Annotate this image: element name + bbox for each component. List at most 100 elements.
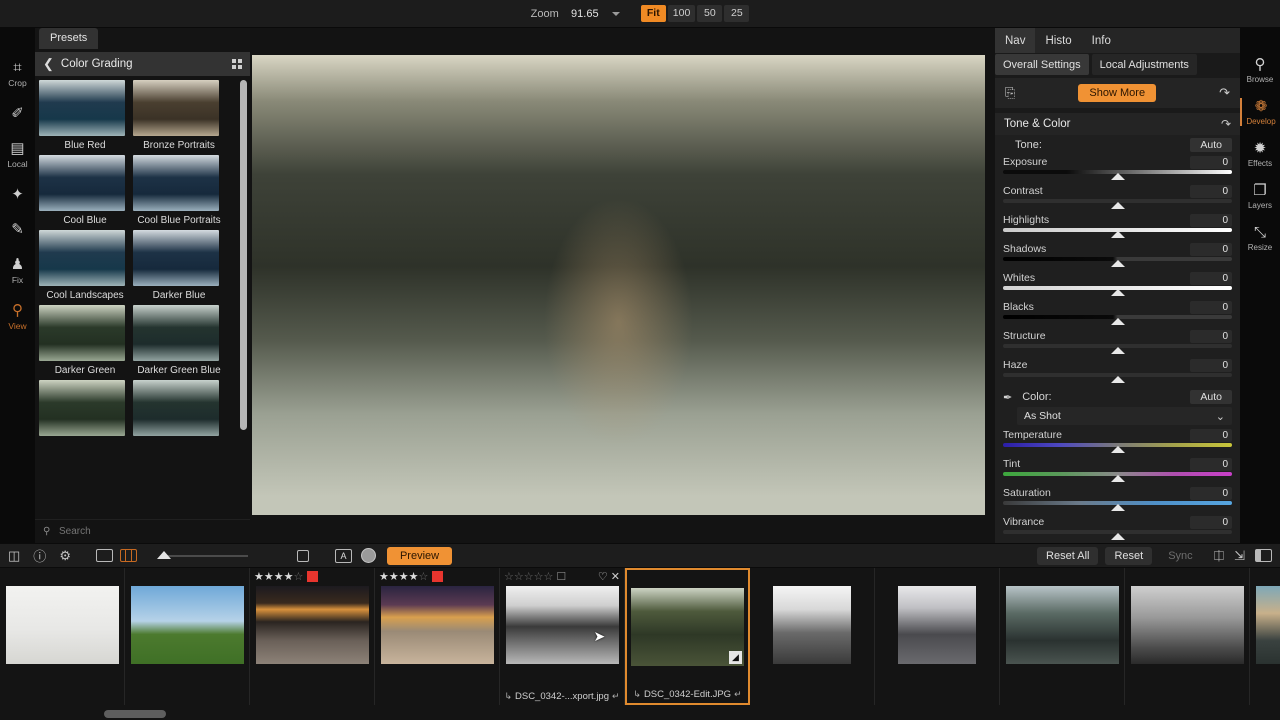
tool-retouch-brush[interactable]: ✎	[0, 220, 35, 239]
thumbnail-image[interactable]	[6, 586, 119, 664]
thumbnail-image[interactable]: ➤	[506, 586, 619, 664]
slider-temperature[interactable]: Temperature0	[995, 427, 1240, 456]
slider-knob[interactable]	[1111, 260, 1125, 267]
slider-knob[interactable]	[1111, 231, 1125, 238]
slider-vibrance[interactable]: Vibrance0	[995, 514, 1240, 543]
slider-knob[interactable]	[1111, 533, 1125, 540]
slider-value[interactable]: 0	[1190, 487, 1232, 500]
thumbnail-image[interactable]	[381, 586, 494, 664]
tool-clone-stamp[interactable]: ♟Fix	[0, 255, 35, 285]
preset-item[interactable]: Darker Green Blue	[133, 305, 225, 376]
preset-item[interactable]: Cool Blue	[39, 155, 131, 226]
preview-button[interactable]: Preview	[387, 547, 452, 565]
star-rating[interactable]: ☆☆☆☆☆	[504, 570, 553, 583]
share-icon[interactable]: ⎅	[1214, 548, 1224, 564]
sync-button[interactable]: Sync	[1159, 547, 1201, 565]
slider-exposure[interactable]: Exposure0	[995, 154, 1240, 183]
preset-item[interactable]: Darker Blue	[133, 230, 225, 301]
like-icon[interactable]: ♡	[598, 570, 608, 583]
module-develop[interactable]: ❁Develop	[1240, 98, 1280, 126]
reset-arrow-icon[interactable]: ↷	[1219, 85, 1230, 101]
slider-value[interactable]: 0	[1190, 429, 1232, 442]
slider-knob[interactable]	[1111, 318, 1125, 325]
thumbnail-size-slider[interactable]	[153, 549, 248, 563]
filmstrip-item-selected[interactable]: ◢↳DSC_0342-Edit.JPG↵	[625, 568, 750, 705]
slider-tint[interactable]: Tint0	[995, 456, 1240, 485]
zoom-preset-50[interactable]: 50	[697, 5, 722, 22]
slider-value[interactable]: 0	[1190, 185, 1232, 198]
toggle-panel-icon[interactable]: ◫	[8, 548, 20, 564]
tab-presets[interactable]: Presets	[39, 28, 98, 49]
module-effects[interactable]: ✹Effects	[1240, 140, 1280, 168]
color-label[interactable]	[307, 571, 318, 582]
settings-gear-icon[interactable]: ⚙	[59, 548, 71, 564]
zoom-preset-fit[interactable]: Fit	[641, 5, 666, 22]
preset-item[interactable]: Cool Blue Portraits	[133, 155, 225, 226]
settings-tab-overall-settings[interactable]: Overall Settings	[995, 54, 1089, 75]
slider-knob[interactable]	[1111, 446, 1125, 453]
nav-tab-histo[interactable]: Histo	[1035, 28, 1081, 53]
slider-contrast[interactable]: Contrast0	[995, 183, 1240, 212]
preset-item[interactable]: Bronze Portraits	[133, 80, 225, 151]
slider-knob[interactable]	[157, 551, 171, 559]
show-more-button[interactable]: Show More	[1078, 84, 1156, 102]
thumbnail-image[interactable]	[898, 586, 976, 664]
module-browse[interactable]: ⚲Browse	[1240, 56, 1280, 84]
slider-knob[interactable]	[1111, 173, 1125, 180]
slider-knob[interactable]	[1111, 504, 1125, 511]
filmstrip-item[interactable]	[1250, 568, 1280, 705]
annotate-button[interactable]: A	[335, 549, 352, 563]
slider-value[interactable]: 0	[1190, 272, 1232, 285]
preset-item[interactable]	[133, 380, 225, 436]
filmstrip-item[interactable]	[750, 568, 875, 705]
single-view-icon[interactable]	[96, 549, 113, 562]
presets-scrollbar[interactable]	[240, 80, 247, 430]
slider-whites[interactable]: Whites0	[995, 270, 1240, 299]
grid-size-icon[interactable]	[297, 550, 309, 562]
zoom-preset-100[interactable]: 100	[668, 5, 696, 22]
filmstrip-scrollbar[interactable]	[104, 710, 166, 718]
slider-value[interactable]: 0	[1190, 214, 1232, 227]
reject-icon[interactable]: ✕	[611, 570, 620, 583]
slider-value[interactable]: 0	[1190, 301, 1232, 314]
filmstrip-item[interactable]	[125, 568, 250, 705]
star-rating[interactable]: ★★★★☆	[379, 570, 428, 583]
preset-item[interactable]: Darker Green	[39, 305, 131, 376]
tool-perfect-erase[interactable]: ✦	[0, 185, 35, 204]
split-panel-icon[interactable]	[1255, 549, 1272, 562]
slider-value[interactable]: 0	[1190, 516, 1232, 529]
preset-item[interactable]: Blue Red	[39, 80, 131, 151]
chevron-left-icon[interactable]: ❮	[43, 56, 54, 72]
tool-retouch[interactable]: ✐	[0, 104, 35, 123]
nav-tab-info[interactable]: Info	[1082, 28, 1121, 53]
chevron-down-icon[interactable]	[612, 12, 620, 16]
white-balance-dropdown[interactable]: As Shot ⌄	[1017, 407, 1232, 425]
filmstrip-item[interactable]	[0, 568, 125, 705]
eyedropper-icon[interactable]: ✒	[1003, 391, 1012, 404]
filmstrip-item[interactable]: ☆☆☆☆☆☐♡✕➤↳DSC_0342-...xport.jpg↵	[500, 568, 625, 705]
nav-tab-nav[interactable]: Nav	[995, 28, 1035, 53]
zoom-preset-25[interactable]: 25	[724, 5, 749, 22]
slider-knob[interactable]	[1111, 376, 1125, 383]
preset-item[interactable]: Cool Landscapes	[39, 230, 131, 301]
slider-knob[interactable]	[1111, 475, 1125, 482]
slider-structure[interactable]: Structure0	[995, 328, 1240, 357]
filmstrip-item[interactable]: ★★★★☆	[375, 568, 500, 705]
slider-value[interactable]: 0	[1190, 458, 1232, 471]
mask-circle-icon[interactable]	[361, 548, 376, 563]
flag-icon[interactable]: ☐	[556, 570, 566, 583]
reset-all-button[interactable]: Reset All	[1037, 547, 1098, 565]
tool-local[interactable]: ▤Local	[0, 139, 35, 169]
thumbnail-image[interactable]	[773, 586, 851, 664]
module-layers[interactable]: ❐Layers	[1240, 182, 1280, 210]
filmstrip-item[interactable]: ★★★★☆	[250, 568, 375, 705]
filmstrip-item[interactable]	[875, 568, 1000, 705]
settings-tab-local-adjustments[interactable]: Local Adjustments	[1092, 54, 1197, 75]
filmstrip-item[interactable]	[1125, 568, 1250, 705]
thumbnail-image[interactable]: ◢	[631, 588, 744, 666]
thumbnail-image[interactable]	[256, 586, 369, 664]
tool-crop[interactable]: ⌗Crop	[0, 58, 35, 88]
thumbnail-image[interactable]	[1006, 586, 1119, 664]
slider-knob[interactable]	[1111, 289, 1125, 296]
module-resize[interactable]: ⤡Resize	[1240, 224, 1280, 252]
